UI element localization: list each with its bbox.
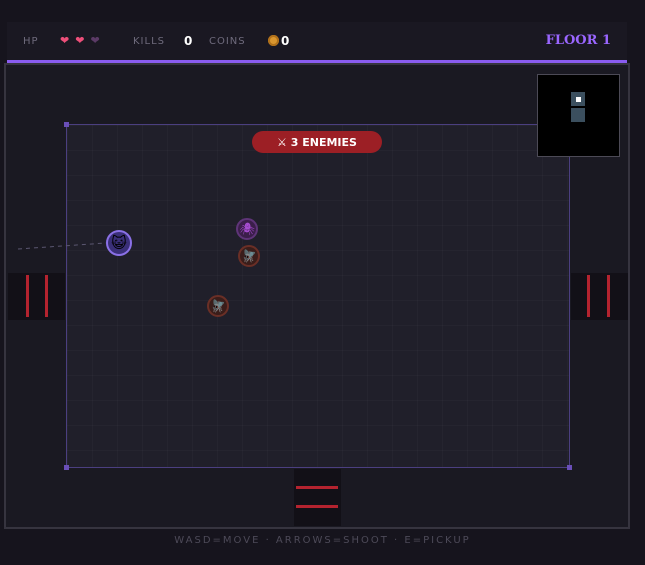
enemies-banner: ⚔ 3 ENEMIES	[252, 131, 382, 153]
minimap-player-dot	[576, 97, 581, 102]
enemy-spider-icon: 🕷	[236, 218, 258, 240]
minimap-room	[571, 108, 585, 122]
enemy-fly-icon: 🪰	[238, 245, 260, 267]
minimap	[537, 74, 620, 157]
enemies-banner-text: ⚔ 3 ENEMIES	[277, 135, 357, 149]
controls-hint: WASD=MOVE · ARROWS=SHOOT · E=PICKUP	[174, 535, 471, 546]
enemy-fly-icon: 🪰	[207, 295, 229, 317]
player-cat-icon: 😺	[106, 230, 132, 256]
